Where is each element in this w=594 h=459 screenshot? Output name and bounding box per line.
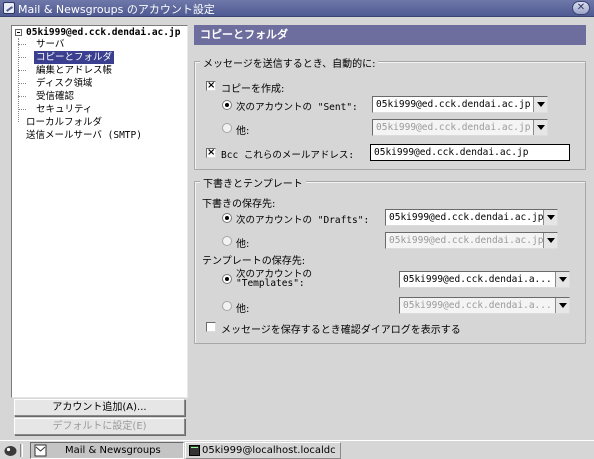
bcc-label: Bcc これらのメールアドレス: bbox=[221, 150, 355, 161]
tree-item-disk-space[interactable]: ディスク領域 bbox=[36, 77, 92, 90]
chevron-down-icon[interactable] bbox=[543, 233, 557, 248]
taskbar-separator bbox=[20, 444, 23, 457]
templates-other-label: 他: bbox=[236, 304, 250, 315]
sent-other-select[interactable]: 05ki999@ed.cck.dendai.ac.jp bbox=[372, 119, 548, 136]
page-title: コピーとフォルダ bbox=[194, 25, 586, 45]
tree-item-security[interactable]: セキュリティ bbox=[36, 103, 92, 116]
templates-heading: テンプレートの保存先: bbox=[202, 256, 306, 267]
taskbar: Mail & Newsgroups 05ki999@localhost.loca… bbox=[0, 440, 594, 459]
drafts-other-radio[interactable] bbox=[222, 236, 232, 246]
collapse-icon[interactable] bbox=[15, 29, 22, 36]
sent-account-radio[interactable] bbox=[222, 100, 232, 110]
mail-app-icon bbox=[34, 444, 47, 457]
sent-account-select[interactable]: 05ki999@ed.cck.dendai.ac.jp bbox=[372, 96, 548, 113]
account-tree[interactable]: 05ki999@ed.cck.dendai.ac.jp サーバ コピーとフォルダ… bbox=[11, 25, 188, 398]
sent-other-radio[interactable] bbox=[222, 123, 232, 133]
window-title: Mail & Newsgroups のアカウント設定 bbox=[18, 3, 215, 16]
drafts-heading: 下書きの保存先: bbox=[202, 199, 276, 210]
copy-checkbox[interactable]: × bbox=[206, 81, 216, 91]
drafts-account-label: 次のアカウントの "Drafts": bbox=[236, 215, 370, 226]
bcc-checkbox[interactable]: × bbox=[206, 148, 216, 158]
tree-item-composition[interactable]: 編集とアドレス帳 bbox=[36, 64, 112, 77]
sent-other-label: 他: bbox=[236, 126, 250, 137]
drafts-other-label: 他: bbox=[236, 239, 250, 250]
task-mail-newsgroups[interactable]: Mail & Newsgroups bbox=[30, 442, 184, 459]
set-default-button[interactable]: デフォルトに設定(E) bbox=[14, 418, 185, 435]
drafts-other-select[interactable]: 05ki999@ed.cck.dendai.ac.jp bbox=[385, 232, 558, 249]
bcc-input[interactable]: 05ki999@ed.cck.dendai.ac.jp bbox=[370, 144, 570, 161]
templates-account-label-2: "Templates": bbox=[236, 278, 305, 289]
chevron-down-icon[interactable] bbox=[543, 210, 557, 225]
terminal-icon bbox=[189, 445, 200, 456]
confirm-save-label: メッセージを保存するとき確認ダイアログを表示する bbox=[221, 325, 461, 336]
tree-item-copies-folders[interactable]: コピーとフォルダ bbox=[34, 51, 115, 64]
drafts-account-select[interactable]: 05ki999@ed.cck.dendai.ac.jp bbox=[385, 209, 558, 226]
chevron-down-icon[interactable] bbox=[533, 97, 547, 112]
send-options-legend: メッセージを送信するとき、自動的に: bbox=[200, 55, 379, 70]
chevron-down-icon[interactable] bbox=[555, 298, 569, 313]
templates-account-select[interactable]: 05ki999@ed.cck.dendai.a... bbox=[399, 271, 570, 288]
templates-account-radio[interactable] bbox=[222, 274, 232, 284]
confirm-save-checkbox[interactable] bbox=[206, 322, 216, 332]
copy-label: コピーを作成: bbox=[221, 84, 285, 95]
tree-item-receipts[interactable]: 受信確認 bbox=[36, 90, 74, 103]
tree-item-server[interactable]: サーバ bbox=[36, 38, 64, 51]
close-icon[interactable]: ✕ bbox=[572, 1, 590, 15]
chevron-down-icon[interactable] bbox=[533, 120, 547, 135]
sent-account-label: 次のアカウントの "Sent": bbox=[236, 102, 358, 113]
templates-other-radio[interactable] bbox=[222, 301, 232, 311]
window-titlebar[interactable]: Mail & Newsgroups のアカウント設定 ✕ bbox=[0, 0, 594, 17]
chevron-down-icon[interactable] bbox=[555, 272, 569, 287]
task-terminal[interactable]: 05ki999@localhost.localdc bbox=[185, 442, 341, 459]
tree-item-local-folders[interactable]: ローカルフォルダ bbox=[26, 116, 102, 129]
system-menu-icon[interactable] bbox=[3, 443, 18, 458]
app-icon bbox=[3, 2, 15, 14]
drafts-account-radio[interactable] bbox=[222, 213, 232, 223]
templates-other-select[interactable]: 05ki999@ed.cck.dendai.a... bbox=[399, 297, 570, 314]
drafts-templates-legend: 下書きとテンプレート bbox=[200, 175, 306, 190]
add-account-button[interactable]: アカウント追加(A)... bbox=[14, 399, 185, 416]
tree-item-smtp[interactable]: 送信メールサーバ (SMTP) bbox=[26, 129, 142, 142]
